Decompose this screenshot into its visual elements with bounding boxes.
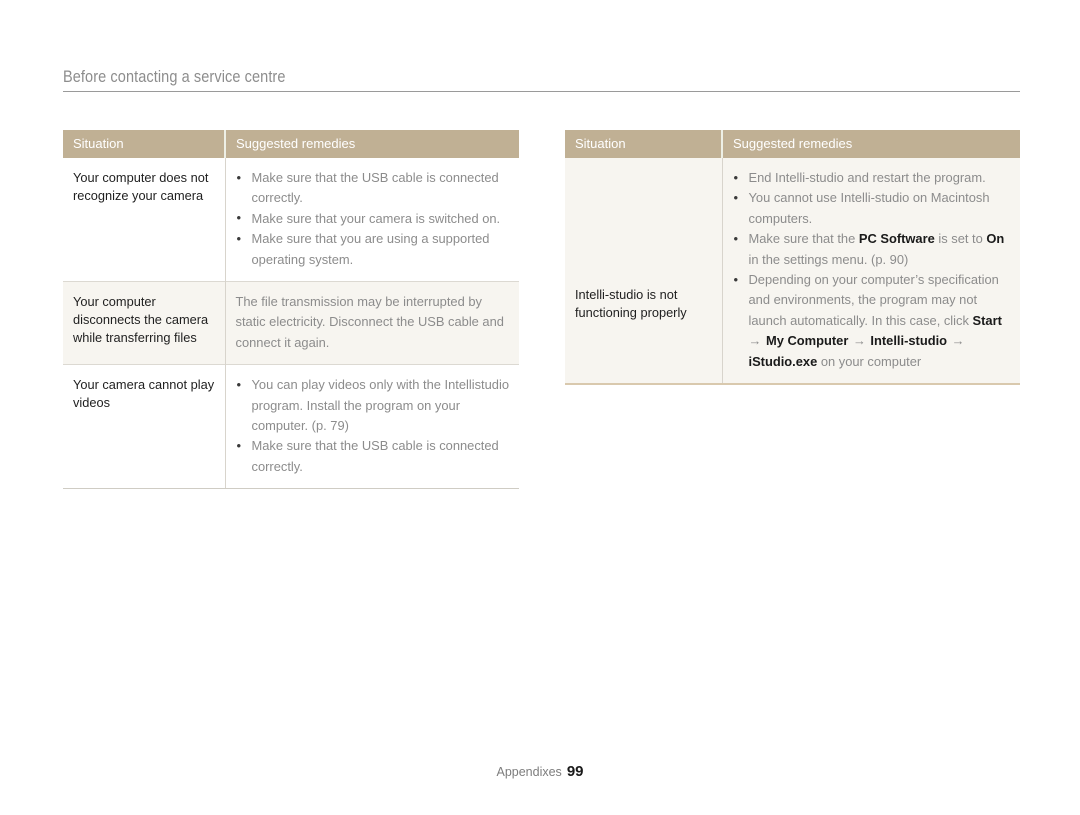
remedy-item: You can play videos only with the Intell… [236,375,512,436]
cell-situation: Your computer does not recognize your ca… [63,158,225,282]
cell-situation: Your camera cannot play videos [63,364,225,490]
remedy-item: Make sure that the USB cable is connecte… [236,168,512,209]
table-row: Your camera cannot play videos You can p… [63,364,519,490]
page-title: Before contacting a service centre [63,68,286,86]
emphasis-term: Intelli-studio [870,333,948,349]
emphasis-term: PC Software [858,231,935,247]
remedy-item: End Intelli-studio and restart the progr… [733,167,1013,188]
cell-situation: Intelli-studio is not functioning proper… [565,158,722,386]
remedy-text: on your computer [817,353,922,369]
remedy-text: Make sure that the [748,231,859,247]
cell-remedies: The file transmission may be interrupted… [224,281,519,365]
remedy-text: in the settings menu. (p. 90) [748,251,909,267]
remedy-item: You cannot use Intelli-studio on Macinto… [733,188,1013,229]
remedy-list: Make sure that the USB cable is connecte… [236,168,512,270]
footer-page-number: 99 [566,763,584,780]
footer-section-label: Appendixes [496,765,562,779]
remedy-item: Make sure that the USB cable is connecte… [236,436,512,477]
table-row: Your computer does not recognize your ca… [63,158,519,282]
arrow-icon: → [948,333,965,349]
cell-remedies: End Intelli-studio and restart the progr… [721,158,1020,386]
column-header-situation: Situation [63,130,225,158]
remedy-text: Depending on your computer’s specificati… [748,272,999,328]
column-header-remedies: Suggested remedies [721,130,1020,158]
table-row: Your computer disconnects the camera whi… [63,281,519,365]
page-header: Before contacting a service centre [63,68,1020,92]
remedy-list: End Intelli-studio and restart the progr… [733,167,1013,372]
table-row: Intelli-studio is not functioning proper… [565,158,1020,386]
remedy-item: Make sure that you are using a supported… [236,229,512,270]
table-header-row-left: Situation Suggested remedies [63,130,519,158]
cell-remedies: Make sure that the USB cable is connecte… [224,158,519,282]
emphasis-term: iStudio.exe [748,353,818,369]
remedy-item: Depending on your computer’s specificati… [733,270,1013,372]
remedy-item: Make sure that your camera is switched o… [236,208,512,229]
remedy-text: is set to [934,231,987,247]
emphasis-term: On [986,231,1005,247]
emphasis-term: Start [972,312,1002,328]
arrow-icon: → [849,333,870,349]
remedy-text: You cannot use Intelli-studio on Macinto… [748,190,990,226]
cell-remedies: You can play videos only with the Intell… [224,364,519,490]
column-header-remedies: Suggested remedies [224,130,519,158]
troubleshooting-table-right: Situation Suggested remedies Intelli-stu… [565,130,1020,386]
emphasis-term: My Computer [765,333,849,349]
remedy-item: Make sure that the PC Software is set to… [733,229,1013,270]
page-footer: Appendixes 99 [0,763,1080,781]
remedy-text: End Intelli-studio and restart the progr… [748,170,986,185]
troubleshooting-table-left: Situation Suggested remedies Your comput… [63,130,519,490]
remedy-paragraph: The file transmission may be interrupted… [235,294,504,350]
table-header-row-right: Situation Suggested remedies [565,130,1020,158]
header-divider [63,91,1020,92]
column-header-situation: Situation [565,130,722,158]
cell-situation: Your computer disconnects the camera whi… [63,281,225,365]
remedy-list: You can play videos only with the Intell… [236,375,512,477]
